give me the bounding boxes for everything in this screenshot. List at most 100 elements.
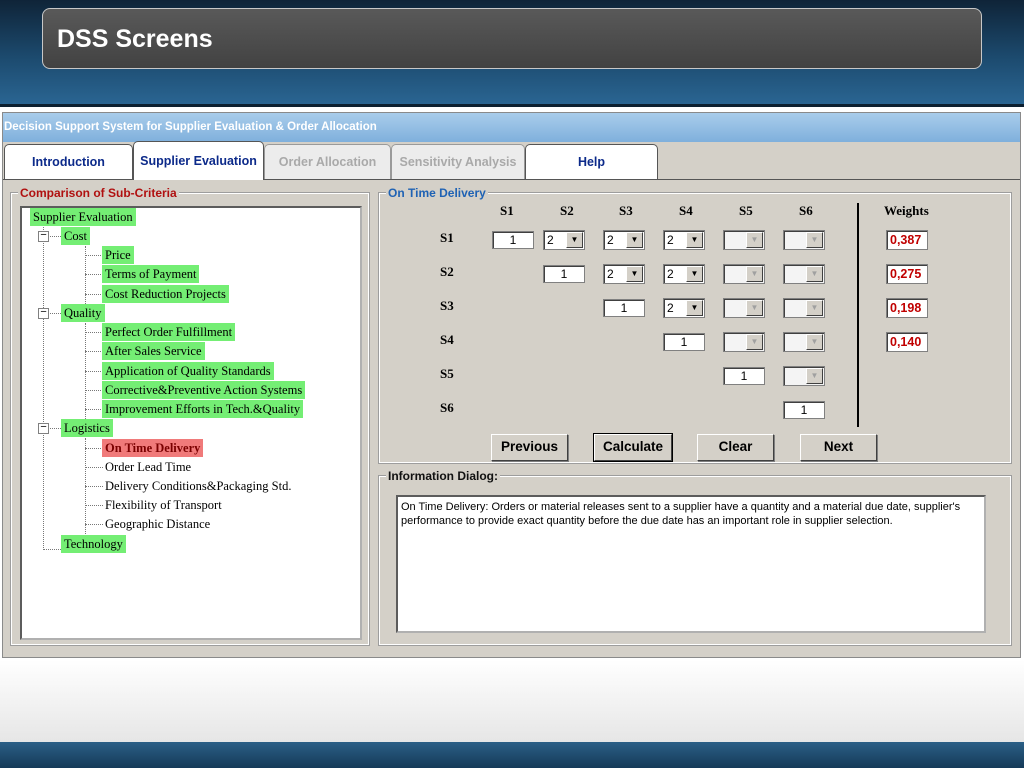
tab-panel-supplier-evaluation: Comparison of Sub-Criteria − − − Supplie…	[3, 179, 1020, 657]
column-header: S4	[679, 203, 693, 218]
next-button[interactable]: Next	[800, 434, 877, 461]
column-header: S1	[500, 203, 514, 218]
criteria-tree[interactable]: − − − Supplier Evaluation Cost Price Ter…	[20, 206, 362, 640]
tree-node-supplier-evaluation[interactable]: Supplier Evaluation	[30, 208, 136, 226]
diag-cell-s1[interactable]: 1	[492, 231, 534, 249]
matrix-legend: On Time Delivery	[386, 186, 488, 200]
row-header: S5	[440, 366, 454, 381]
compare-s2-s4[interactable]: 2 ▼	[663, 264, 705, 284]
dss-window: Decision Support System for Supplier Eva…	[2, 112, 1021, 658]
compare-s3-s5: ▼	[723, 298, 765, 318]
tree-node-cost[interactable]: Cost	[61, 227, 90, 245]
column-header: S6	[799, 203, 813, 218]
tree-branch	[85, 351, 103, 352]
diag-cell-s3[interactable]: 1	[603, 299, 645, 317]
dropdown-arrow-icon: ▼	[806, 300, 823, 316]
combo-value: 2	[607, 267, 614, 281]
tree-branch	[85, 486, 103, 487]
tree-branch	[85, 274, 103, 275]
tree-node-quality-standards[interactable]: Application of Quality Standards	[102, 362, 274, 380]
tree-node-quality[interactable]: Quality	[61, 304, 105, 322]
diag-cell-s6[interactable]: 1	[783, 401, 825, 419]
tree-branch	[85, 255, 103, 256]
information-group: Information Dialog: On Time Delivery: Or…	[378, 469, 1012, 646]
diag-cell-s2[interactable]: 1	[543, 265, 585, 283]
combo-value: 2	[667, 267, 674, 281]
tree-node-perfect-order[interactable]: Perfect Order Fulfillment	[102, 323, 236, 341]
tree-branch	[85, 332, 103, 333]
combo-value: 2	[547, 233, 554, 247]
row-header: S6	[440, 400, 454, 415]
weight-s4: 0,140	[886, 332, 928, 352]
slide-footer-band	[0, 742, 1024, 768]
tree-node-price[interactable]: Price	[102, 246, 134, 264]
information-text: On Time Delivery: Orders or material rel…	[396, 495, 986, 633]
dropdown-arrow-icon: ▼	[806, 334, 823, 350]
pairwise-matrix-group: On Time Delivery S1 S2 S3 S4 S5 S6 Weigh…	[378, 186, 1012, 464]
compare-s1-s5: ▼	[723, 230, 765, 250]
dropdown-arrow-icon[interactable]: ▼	[626, 266, 643, 282]
subcriteria-legend: Comparison of Sub-Criteria	[18, 186, 179, 200]
dropdown-arrow-icon[interactable]: ▼	[686, 266, 703, 282]
tab-help[interactable]: Help	[525, 144, 658, 180]
window-title: Decision Support System for Supplier Eva…	[3, 113, 1020, 142]
tree-branch	[85, 390, 103, 391]
tree-expander-quality[interactable]: −	[38, 308, 49, 319]
tab-supplier-evaluation[interactable]: Supplier Evaluation	[133, 141, 264, 180]
dropdown-arrow-icon: ▼	[806, 232, 823, 248]
tab-order-allocation[interactable]: Order Allocation	[264, 144, 391, 180]
tree-node-logistics[interactable]: Logistics	[61, 419, 113, 437]
tab-sensitivity-analysis[interactable]: Sensitivity Analysis	[391, 144, 525, 180]
weights-header: Weights	[884, 203, 929, 218]
dropdown-arrow-icon[interactable]: ▼	[566, 232, 583, 248]
weight-s1: 0,387	[886, 230, 928, 250]
tree-node-flexibility-transport[interactable]: Flexibility of Transport	[102, 496, 225, 514]
tree-line-root	[43, 227, 44, 550]
tab-introduction[interactable]: Introduction	[4, 144, 133, 180]
diag-cell-s4[interactable]: 1	[663, 333, 705, 351]
compare-s2-s3[interactable]: 2 ▼	[603, 264, 645, 284]
dropdown-arrow-icon[interactable]: ▼	[686, 232, 703, 248]
column-header: S3	[619, 203, 633, 218]
calculate-button[interactable]: Calculate	[593, 433, 673, 462]
tree-node-improvement-efforts[interactable]: Improvement Efforts in Tech.&Quality	[102, 400, 304, 418]
tree-node-after-sales[interactable]: After Sales Service	[102, 342, 205, 360]
combo-value: 2	[667, 301, 674, 315]
dropdown-arrow-icon: ▼	[806, 266, 823, 282]
clear-button[interactable]: Clear	[697, 434, 774, 461]
slide-title-box: DSS Screens	[42, 8, 982, 69]
tree-branch	[85, 467, 103, 468]
weight-s2: 0,275	[886, 264, 928, 284]
compare-s1-s6: ▼	[783, 230, 825, 250]
tree-branch	[85, 294, 103, 295]
tree-node-cost-reduction[interactable]: Cost Reduction Projects	[102, 285, 229, 303]
combo-value: 2	[607, 233, 614, 247]
tree-node-corrective-action[interactable]: Corrective&Preventive Action Systems	[102, 381, 306, 399]
tree-expander-cost[interactable]: −	[38, 231, 49, 242]
tree-branch	[85, 409, 103, 410]
dropdown-arrow-icon: ▼	[746, 334, 763, 350]
compare-s1-s2[interactable]: 2 ▼	[543, 230, 585, 250]
dropdown-arrow-icon: ▼	[746, 232, 763, 248]
dropdown-arrow-icon[interactable]: ▼	[686, 300, 703, 316]
tree-node-geographic-distance[interactable]: Geographic Distance	[102, 515, 213, 533]
compare-s1-s3[interactable]: 2 ▼	[603, 230, 645, 250]
previous-button[interactable]: Previous	[491, 434, 568, 461]
compare-s4-s6: ▼	[783, 332, 825, 352]
tree-expander-logistics[interactable]: −	[38, 423, 49, 434]
dropdown-arrow-icon: ▼	[806, 368, 823, 384]
row-header: S2	[440, 264, 454, 279]
row-header: S3	[440, 298, 454, 313]
dropdown-arrow-icon: ▼	[746, 300, 763, 316]
compare-s3-s4[interactable]: 2 ▼	[663, 298, 705, 318]
tree-branch	[43, 549, 61, 550]
tree-node-terms-of-payment[interactable]: Terms of Payment	[102, 265, 200, 283]
tree-node-on-time-delivery[interactable]: On Time Delivery	[102, 439, 204, 457]
dropdown-arrow-icon[interactable]: ▼	[626, 232, 643, 248]
weights-divider	[857, 203, 859, 427]
tree-node-order-lead-time[interactable]: Order Lead Time	[102, 458, 194, 476]
compare-s1-s4[interactable]: 2 ▼	[663, 230, 705, 250]
diag-cell-s5[interactable]: 1	[723, 367, 765, 385]
tree-node-delivery-conditions[interactable]: Delivery Conditions&Packaging Std.	[102, 477, 294, 495]
tree-node-technology[interactable]: Technology	[61, 535, 126, 553]
